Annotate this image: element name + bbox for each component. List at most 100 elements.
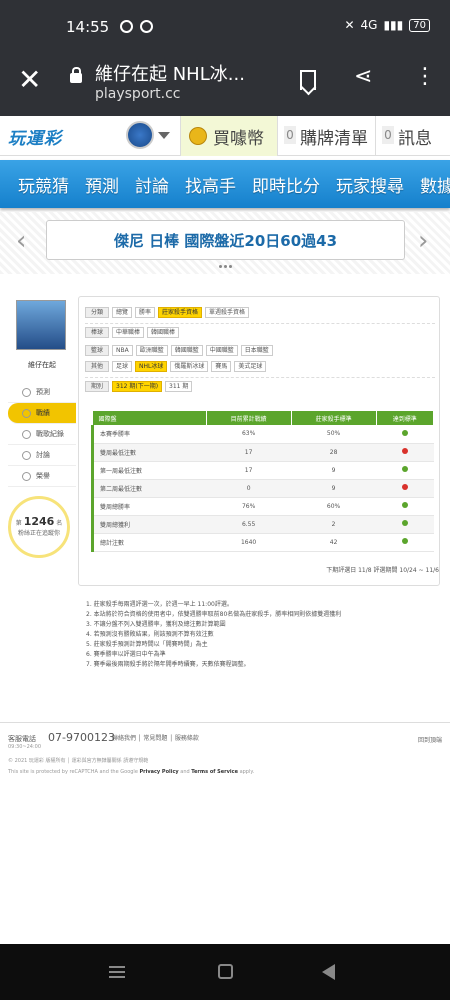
standard-value: 50%: [291, 425, 377, 444]
nav-item-live-scores[interactable]: 即時比分: [252, 172, 320, 197]
lock-icon: [70, 67, 82, 83]
bookmark-icon[interactable]: [300, 70, 316, 90]
chrome-icon: [120, 20, 133, 33]
table-row: 第一周最低注數 17 9: [91, 461, 434, 480]
current-value: 1640: [206, 533, 292, 552]
messages-label: 訊息: [398, 129, 432, 149]
filter-overview[interactable]: 總覽: [112, 307, 133, 318]
cross-icon: [401, 484, 408, 490]
nav-item-predict[interactable]: 預測: [85, 172, 119, 197]
table-row: 本賽季勝率 63% 50%: [91, 425, 434, 444]
filter-soccer[interactable]: 足球: [112, 361, 133, 372]
copyright: © 2021 玩運彩 版權所有 │ 運彩與官方無隸屬關係 請遵守規範: [8, 758, 149, 764]
home-icon[interactable]: [218, 964, 233, 979]
share-icon[interactable]: ⋖: [354, 64, 372, 89]
menu-item-record[interactable]: 戰績: [8, 403, 76, 424]
recents-icon[interactable]: [109, 966, 125, 978]
filter-euro[interactable]: 歐洲職籃: [135, 345, 168, 356]
filter-nfl[interactable]: 美式足球: [234, 361, 267, 372]
standard-value: 28: [291, 443, 377, 462]
current-value: 17: [206, 461, 292, 480]
filter-period: 期別 312 期(下一期) 311 期: [85, 381, 193, 392]
site-logo[interactable]: 玩運彩: [8, 124, 62, 149]
chevron-right-icon[interactable]: ›: [418, 226, 428, 256]
table-row: 雙周總獲利 6.55 2: [91, 515, 434, 534]
trophy-icon: [22, 409, 31, 418]
filter-basketball: 籃球 NBA 歐洲職籃 韓國職籃 中國職籃 日本職籃: [85, 345, 273, 356]
filter-bleague[interactable]: 日本職籃: [240, 345, 273, 356]
filter-killer[interactable]: 莊家殺手資格: [158, 307, 203, 318]
back-to-top[interactable]: 回到頂端: [418, 735, 442, 744]
current-value: 6.55: [206, 515, 292, 534]
cart-button[interactable]: 0 購牌清單: [278, 116, 376, 156]
current-value: 76%: [206, 497, 292, 516]
filter-kbo[interactable]: 韓國職棒: [147, 327, 180, 338]
criterion-name: 雙周總勝率: [91, 497, 207, 516]
target-icon: [22, 388, 31, 397]
filter-win-rate[interactable]: 勝率: [135, 307, 156, 318]
criterion-name: 第一周最低注數: [91, 461, 207, 480]
standard-value: 9: [291, 461, 377, 480]
rules-list: 1. 莊家殺手每兩週評選一次，於週一早上 11:00評選。 2. 本站將於符合資格…: [86, 601, 342, 668]
main-nav: 玩競猜 預測 討論 找高手 即時比分 玩家搜尋 數據: [0, 160, 450, 208]
nav-item-data[interactable]: 數據: [420, 172, 450, 197]
menu-item-honor[interactable]: 榮譽: [8, 466, 76, 487]
nav-item-player-search[interactable]: 玩家搜尋: [336, 172, 404, 197]
messages-button[interactable]: 0 訊息: [376, 116, 450, 156]
menu-item-predict[interactable]: 預測: [8, 382, 76, 403]
criterion-name: 總計注數: [91, 533, 207, 552]
evaluation-period: 下期評選日 11/8 評選期間 10/24 ~ 11/6: [326, 567, 439, 574]
filter-baseball: 棒球 中華職棒 韓國職棒: [85, 327, 180, 338]
profile-sidebar: 維仔在起 預測 戰績 戰歌紀錄 討論 榮譽 第 1246 名 粉絲正在追蹤你: [8, 296, 76, 558]
current-value: 0: [206, 479, 292, 498]
footer-links[interactable]: 聯絡我們 │ 常見問題 │ 服務條款: [112, 733, 199, 742]
user-avatar[interactable]: [126, 121, 154, 149]
more-options-icon[interactable]: ⋮: [414, 64, 436, 89]
filter-other: 其他 足球 NHL冰球 俄羅斯冰球 賽馬 美式足球: [85, 361, 267, 372]
current-value: 17: [206, 443, 292, 462]
facebook-icon: [140, 20, 153, 33]
period-312[interactable]: 312 期(下一期): [112, 381, 163, 392]
banner-text[interactable]: 傑尼 日棒 國際盤近20日60過43: [46, 220, 405, 260]
killer-table: 國際盤 目前累計戰績 莊家殺手標準 達到標準 本賽季勝率 63% 50% 雙周最低注數…: [91, 411, 435, 552]
coin-icon: [189, 127, 207, 145]
criterion-name: 雙周總獲利: [91, 515, 207, 534]
menu-item-discuss[interactable]: 討論: [8, 445, 76, 466]
close-icon[interactable]: ✕: [18, 66, 41, 94]
back-icon[interactable]: [322, 964, 335, 980]
profile-menu: 預測 戰績 戰歌紀錄 討論 榮譽: [8, 382, 76, 487]
signal-icon: ▮▮▮: [383, 18, 404, 32]
filter-cpbl[interactable]: 中華職棒: [112, 327, 145, 338]
filter-weekly-killer[interactable]: 單週殺手資格: [205, 307, 250, 318]
menu-item-history[interactable]: 戰歌紀錄: [8, 424, 76, 445]
standard-value: 9: [291, 479, 377, 498]
profile-avatar[interactable]: [16, 300, 66, 350]
current-value: 63%: [206, 425, 292, 444]
page-title: 維仔在起 NHL冰...: [95, 64, 245, 85]
nav-item-experts[interactable]: 找高手: [185, 172, 236, 197]
period-311[interactable]: 311 期: [165, 381, 193, 392]
standard-value: 2: [291, 515, 377, 534]
android-nav-bar: [0, 944, 450, 1000]
chevron-down-icon[interactable]: [158, 132, 170, 139]
nav-item-discuss[interactable]: 討論: [135, 172, 169, 197]
filter-horse[interactable]: 賽馬: [211, 361, 232, 372]
criterion-name: 雙周最低注數: [91, 443, 207, 462]
nav-item-quiz[interactable]: 玩競猜: [18, 172, 69, 197]
filter-khl[interactable]: 俄羅斯冰球: [170, 361, 209, 372]
check-icon: [401, 502, 408, 508]
banner-carousel: ‹ 傑尼 日棒 國際盤近20日60過43 ›: [0, 212, 450, 274]
buy-coins-button[interactable]: 買噱幣: [180, 116, 278, 156]
browser-toolbar: ✕ 維仔在起 NHL冰... playsport.cc ⋖ ⋮: [0, 58, 450, 116]
status-bar: 14:55 ✕ 4G ▮▮▮ 70: [0, 0, 450, 58]
filter-cba[interactable]: 中國職籃: [205, 345, 238, 356]
url-text[interactable]: playsport.cc: [95, 86, 180, 102]
profile-name: 維仔在起: [28, 361, 56, 369]
chevron-left-icon[interactable]: ‹: [16, 226, 26, 256]
filter-nba[interactable]: NBA: [112, 345, 133, 356]
filter-kbl[interactable]: 韓國職籃: [170, 345, 203, 356]
filter-nhl[interactable]: NHL冰球: [135, 361, 168, 372]
site-header: 玩運彩 買噱幣 0 購牌清單 0 訊息: [0, 116, 450, 156]
table-row: 總計注數 1640 42: [91, 533, 434, 552]
buy-coins-label: 買噱幣: [213, 129, 264, 149]
